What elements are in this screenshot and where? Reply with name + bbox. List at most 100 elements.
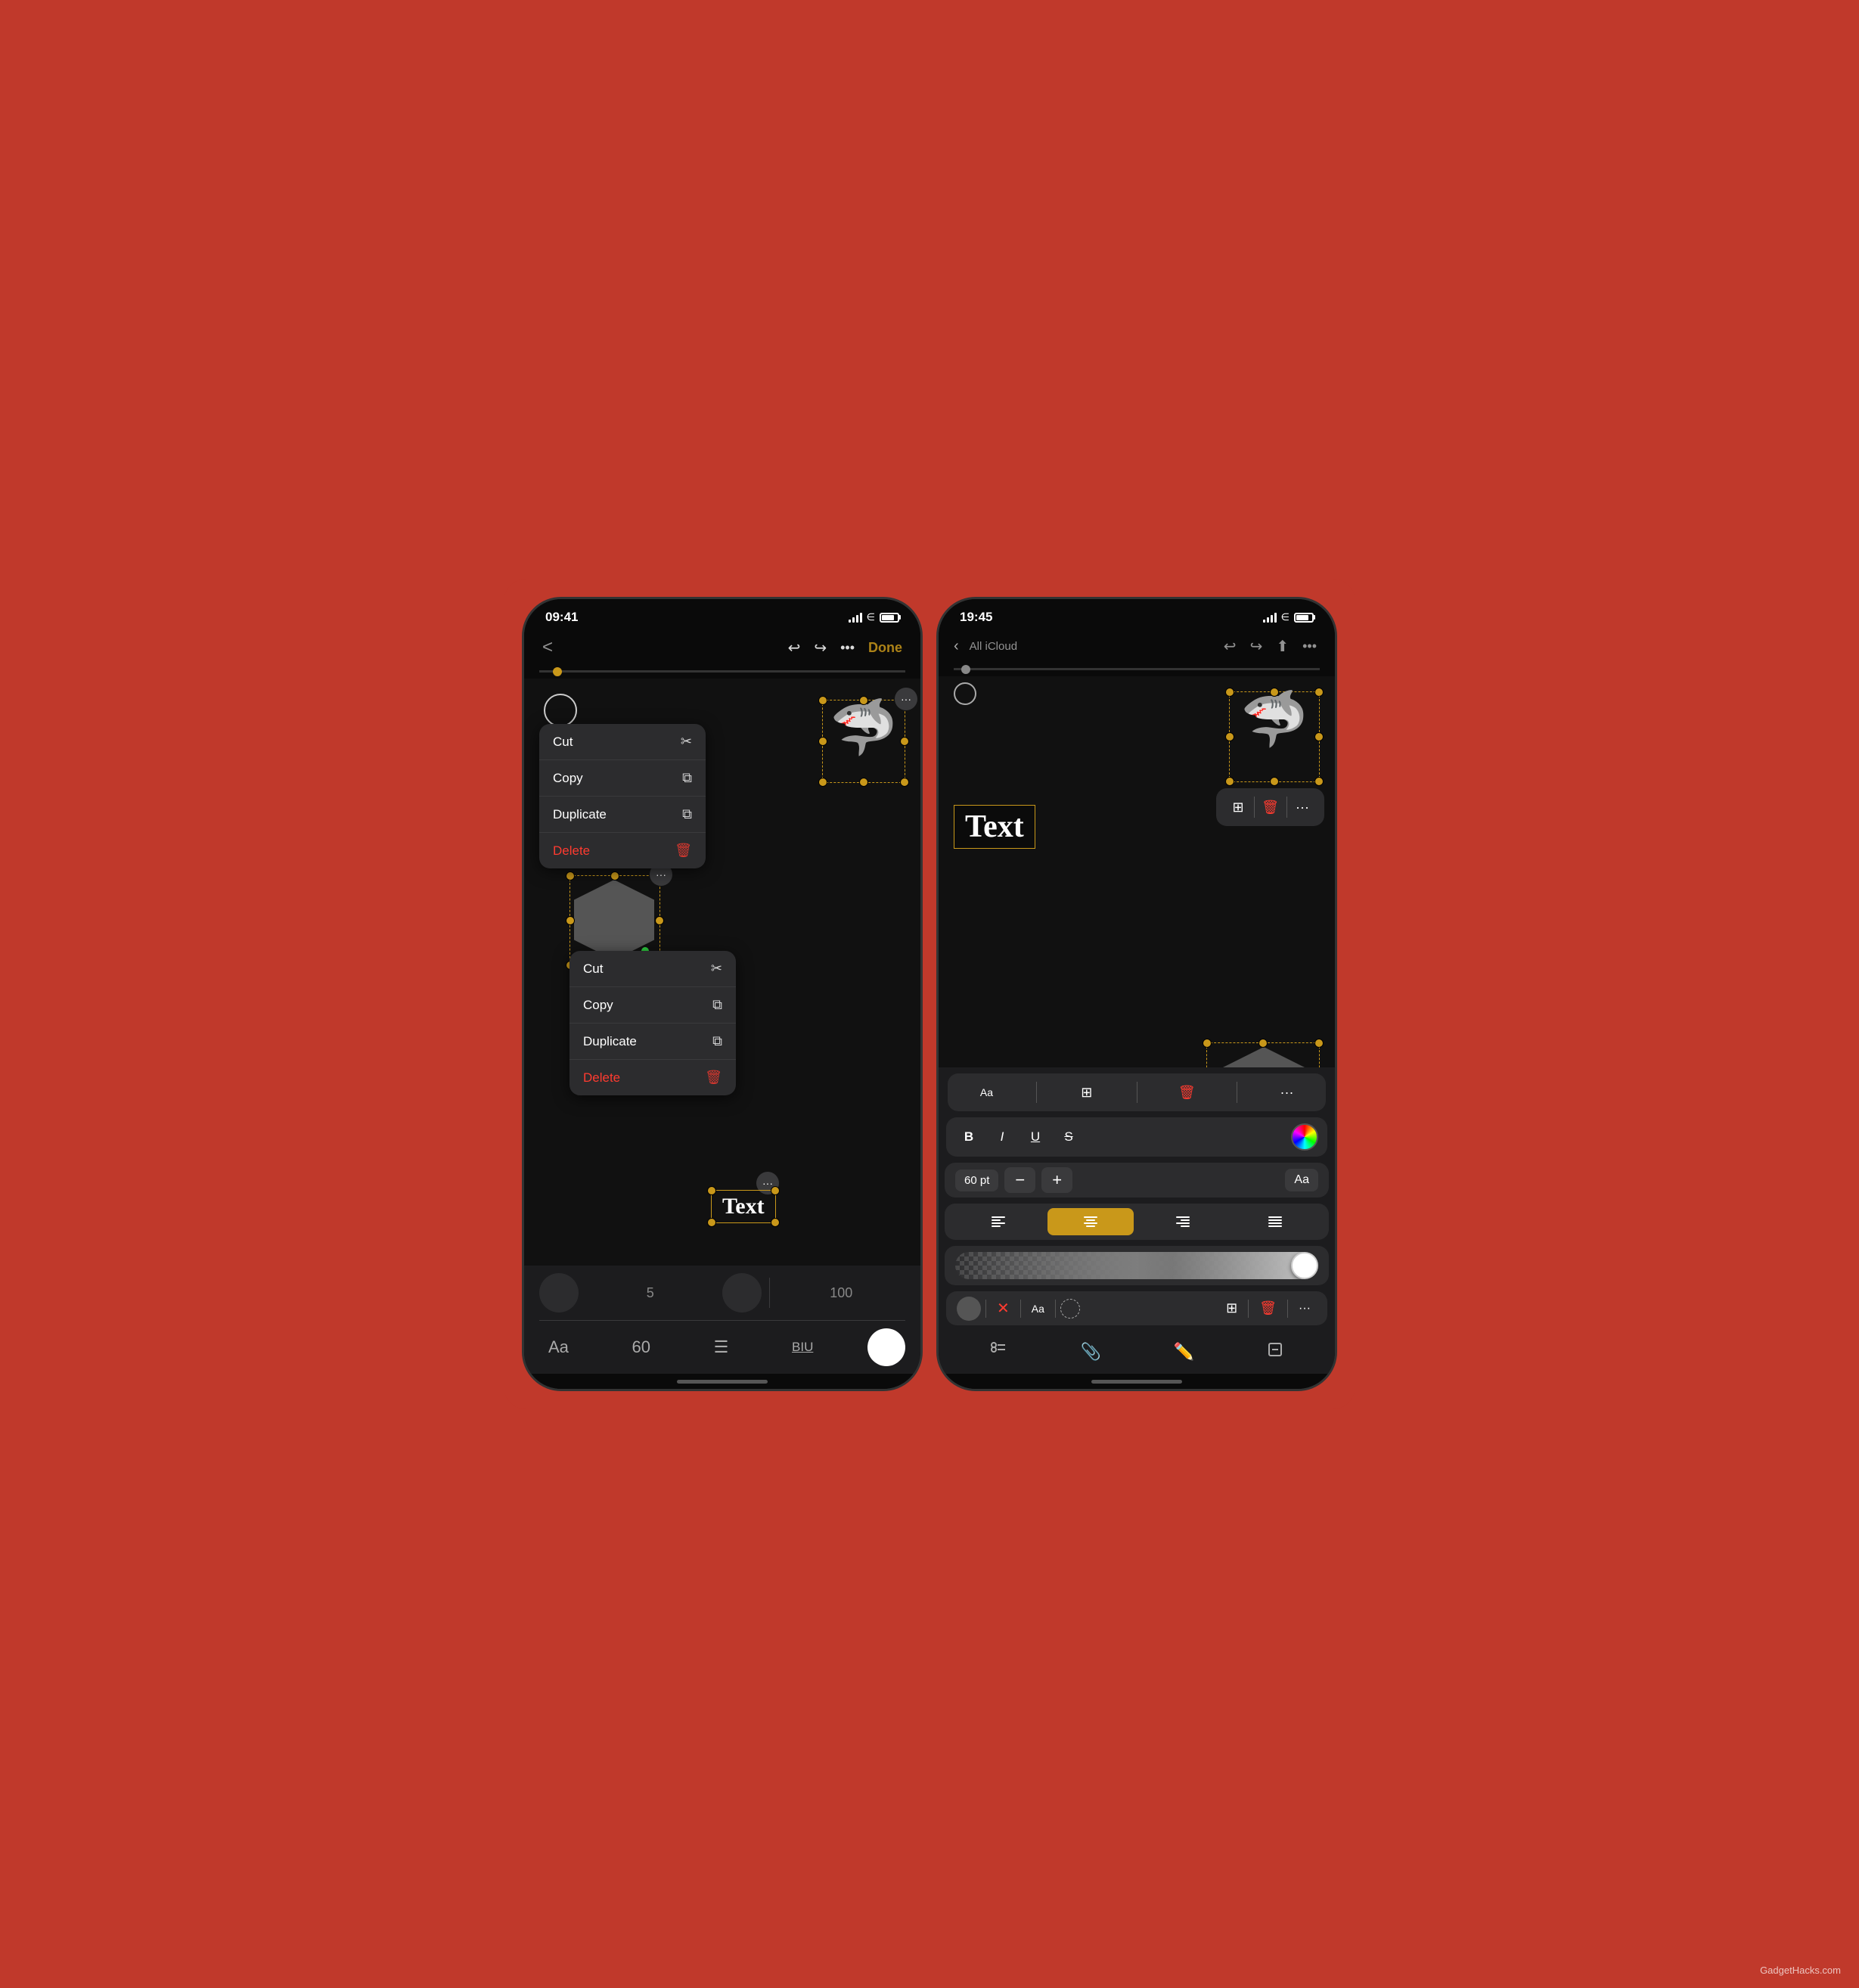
text-aa-bottom-btn[interactable]: Aa bbox=[1026, 1300, 1051, 1318]
context-copy-top[interactable]: Copy ⧉ bbox=[539, 760, 706, 797]
text-del-btn[interactable]: 🗑 bbox=[1171, 1076, 1203, 1108]
circle-btn-2[interactable] bbox=[722, 1273, 762, 1312]
monster-sticker-selected[interactable]: 🦈 ··· bbox=[822, 700, 905, 783]
toolbar-num1: 5 bbox=[586, 1285, 715, 1301]
context-cut-bottom[interactable]: Cut ✂ bbox=[569, 951, 736, 987]
monster-sticker-right[interactable]: 🦈 bbox=[1229, 691, 1320, 782]
inline-sep-b2 bbox=[1020, 1300, 1021, 1318]
status-bar-left: 09:41 ∈ bbox=[524, 599, 920, 629]
status-time-left: 09:41 bbox=[545, 610, 578, 625]
text-inline-bar-bottom: ✕ Aa ⊞ 🗑 ··· bbox=[946, 1291, 1327, 1325]
status-icons-left: ∈ bbox=[849, 611, 899, 623]
text-element-left[interactable]: ··· Text bbox=[711, 1164, 734, 1190]
canvas-left[interactable]: 🦈 ··· Cut ✂ bbox=[524, 679, 920, 1266]
context-copy-bottom[interactable]: Copy ⧉ bbox=[569, 987, 736, 1024]
size-row: 60 pt − + Aa bbox=[945, 1163, 1329, 1197]
back-button-left[interactable]: < bbox=[539, 634, 556, 661]
context-duplicate-bottom[interactable]: Duplicate ⧉ bbox=[569, 1024, 736, 1060]
status-time-right: 19:45 bbox=[960, 610, 992, 625]
undo-button-left[interactable]: ↩ bbox=[785, 635, 804, 660]
strike-btn[interactable]: S bbox=[1055, 1123, 1082, 1151]
opacity-track[interactable] bbox=[955, 1252, 1318, 1279]
text-box-left[interactable]: Text bbox=[711, 1190, 776, 1223]
canvas-right[interactable]: 🦈 ⊞ 🗑 ··· Text bbox=[939, 676, 1335, 1330]
context-delete-top[interactable]: Delete 🗑 bbox=[539, 833, 706, 868]
scrubber-bar-right[interactable] bbox=[954, 668, 1320, 670]
context-delete-bottom[interactable]: Delete 🗑 bbox=[569, 1060, 736, 1095]
copy-icon-top: ⧉ bbox=[682, 770, 692, 786]
sticker-duplicate-btn[interactable]: ⊞ bbox=[1222, 791, 1254, 823]
nav-bar-right: ‹ All iCloud ↩ ↪ ⬆ ••• bbox=[939, 629, 1335, 665]
phone-right: 19:45 ∈ ‹ All iCloud ↩ ↪ ⬆ ••• bbox=[936, 597, 1337, 1391]
text-dup2-btn[interactable]: ⊞ bbox=[1220, 1297, 1243, 1319]
text-circle-btn[interactable] bbox=[1060, 1299, 1080, 1319]
text-close-btn[interactable]: ✕ bbox=[991, 1296, 1016, 1321]
size-minus-btn[interactable]: − bbox=[1004, 1167, 1035, 1193]
bold-btn[interactable]: B bbox=[955, 1123, 982, 1151]
color-wheel-btn[interactable] bbox=[1291, 1123, 1318, 1151]
duplicate-icon-bottom: ⧉ bbox=[712, 1033, 722, 1049]
text-box-right[interactable]: Text bbox=[954, 805, 1035, 849]
sticker-more-btn[interactable]: ··· bbox=[1286, 791, 1318, 823]
circle-btn-1[interactable] bbox=[539, 1273, 579, 1312]
text-label-left: Text bbox=[722, 1194, 765, 1219]
text-more2-btn[interactable]: ··· bbox=[1293, 1299, 1317, 1319]
inline-sep-b4 bbox=[1248, 1300, 1249, 1318]
back-label-right[interactable]: All iCloud bbox=[967, 637, 1020, 656]
text-more-btn[interactable]: ··· bbox=[1271, 1076, 1302, 1108]
font-size-btn[interactable]: 60 bbox=[623, 1333, 659, 1362]
text-del2-btn[interactable]: 🗑 bbox=[1253, 1297, 1283, 1319]
sticker-dots-bubble[interactable]: ··· bbox=[895, 688, 917, 710]
undo-button-right[interactable]: ↩ bbox=[1221, 634, 1240, 659]
opacity-slider bbox=[945, 1246, 1329, 1285]
underline-btn[interactable]: U bbox=[1022, 1123, 1049, 1151]
context-cut-top[interactable]: Cut ✂ bbox=[539, 724, 706, 760]
scrubber-container-right bbox=[939, 665, 1335, 676]
color-swatch-left[interactable] bbox=[867, 1328, 905, 1366]
align-left-btn[interactable] bbox=[955, 1208, 1041, 1235]
edit-icon[interactable] bbox=[1262, 1337, 1288, 1367]
redo-button-left[interactable]: ↪ bbox=[811, 635, 830, 660]
text-sep-1 bbox=[1036, 1082, 1037, 1103]
wifi-icon-right: ∈ bbox=[1281, 611, 1290, 623]
sticker-delete-btn[interactable]: 🗑 bbox=[1255, 791, 1286, 823]
scrubber-container-left bbox=[524, 667, 920, 679]
opacity-thumb[interactable] bbox=[1291, 1252, 1318, 1279]
text-toggle-btn[interactable] bbox=[957, 1297, 981, 1321]
scrubber-bar-left[interactable] bbox=[539, 670, 905, 673]
text-format-panel: Aa ⊞ 🗑 ··· B I U S bbox=[939, 1067, 1335, 1330]
more-button-right[interactable]: ••• bbox=[1299, 635, 1320, 657]
context-duplicate-top[interactable]: Duplicate ⧉ bbox=[539, 797, 706, 833]
bottom-toolbar-left: 5 100 Aa 60 ☰ BIU bbox=[524, 1266, 920, 1374]
nav-actions-left: ↩ ↪ ••• Done bbox=[785, 635, 905, 660]
share-button-right[interactable]: ⬆ bbox=[1273, 634, 1292, 659]
pen-icon[interactable]: ✏️ bbox=[1169, 1337, 1199, 1366]
home-bar-left bbox=[677, 1380, 768, 1384]
back-arrow-right[interactable]: ‹ bbox=[954, 638, 959, 655]
size-plus-btn[interactable]: + bbox=[1041, 1167, 1072, 1193]
scrubber-thumb-left[interactable] bbox=[553, 667, 562, 676]
align-btn[interactable]: ☰ bbox=[705, 1333, 738, 1362]
layers-icon[interactable] bbox=[985, 1336, 1013, 1368]
align-justify-btn[interactable] bbox=[1232, 1208, 1318, 1235]
redo-button-right[interactable]: ↪ bbox=[1247, 634, 1266, 659]
biu-btn[interactable]: BIU bbox=[783, 1335, 822, 1359]
context-menu-bottom: Cut ✂ Copy ⧉ Duplicate ⧉ Delete 🗑 bbox=[569, 951, 736, 1095]
text-aa-btn[interactable]: Aa bbox=[970, 1076, 1002, 1108]
italic-btn[interactable]: I bbox=[988, 1123, 1016, 1151]
watermark: GadgetHacks.com bbox=[1760, 1965, 1841, 1976]
app-wrapper: 09:41 ∈ < ↩ ↪ ••• Done bbox=[504, 579, 1355, 1409]
scrubber-thumb-right[interactable] bbox=[961, 665, 970, 674]
more-button-left[interactable]: ••• bbox=[837, 637, 858, 659]
battery-icon-left bbox=[880, 613, 899, 623]
wifi-icon-left: ∈ bbox=[867, 611, 875, 623]
attach-icon[interactable]: 📎 bbox=[1076, 1337, 1106, 1366]
text-dup-btn[interactable]: ⊞ bbox=[1071, 1076, 1103, 1108]
size-aa-btn[interactable]: Aa bbox=[1285, 1169, 1318, 1191]
done-button-left[interactable]: Done bbox=[865, 637, 905, 659]
align-right-btn[interactable] bbox=[1140, 1208, 1226, 1235]
aa-btn[interactable]: Aa bbox=[539, 1333, 578, 1362]
align-center-btn[interactable] bbox=[1047, 1208, 1134, 1235]
inline-sep-b5 bbox=[1287, 1300, 1288, 1318]
format-row: B I U S bbox=[946, 1117, 1327, 1157]
